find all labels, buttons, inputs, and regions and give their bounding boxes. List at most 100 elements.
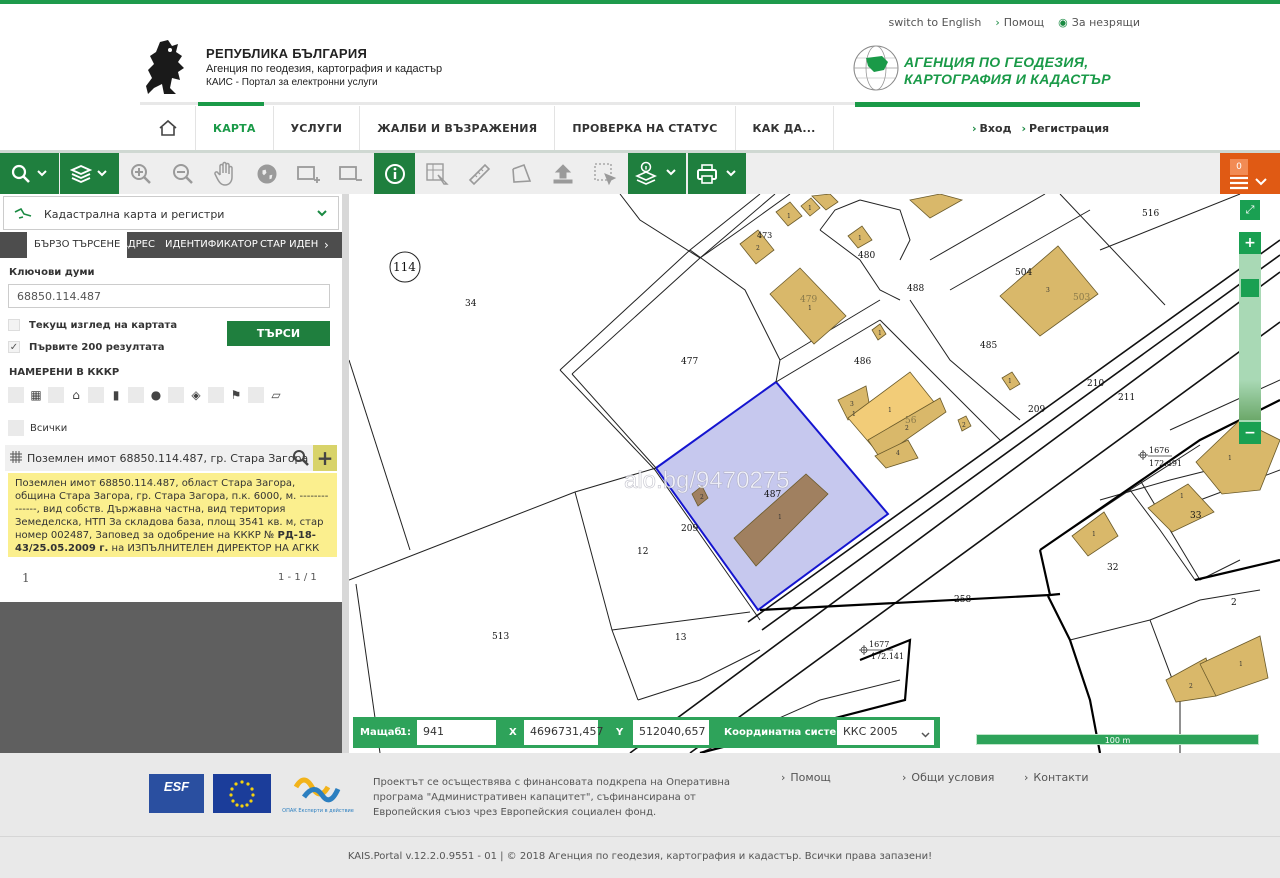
apartment-icon[interactable]: ▮	[108, 387, 124, 403]
tab-identifier[interactable]: ИДЕНТИФИКАТОР	[165, 232, 258, 258]
footer-contacts-link[interactable]: › Контакти	[1024, 771, 1089, 784]
filter-checkbox[interactable]	[208, 387, 224, 403]
tab-quick-search[interactable]: БЪРЗО ТЪРСЕНЕ	[27, 232, 128, 258]
upload-tool[interactable]	[542, 153, 583, 194]
footer-terms-link[interactable]: › Общи условия	[902, 771, 994, 784]
nav-status-check[interactable]: ПРОВЕРКА НА СТАТУС	[555, 106, 736, 150]
pan-tool[interactable]	[204, 153, 245, 194]
tab-address[interactable]: АДРЕС	[121, 232, 155, 258]
select-tool[interactable]	[584, 153, 625, 194]
nav-map[interactable]: КАРТА	[196, 106, 274, 150]
agency-logo[interactable]: АГЕНЦИЯ ПО ГЕОДЕЗИЯ, КАРТОГРАФИЯ И КАДАС…	[852, 44, 1142, 94]
ruler-grid-icon	[425, 162, 449, 185]
x-coordinate-field[interactable]: 4696731,457	[524, 720, 603, 745]
svg-text:2: 2	[905, 425, 909, 432]
footer-help-link[interactable]: › Помощ	[781, 771, 831, 784]
map-label-473: 473	[757, 231, 772, 240]
layer-info-tool[interactable]	[628, 153, 686, 194]
map-label-33: 33	[1190, 511, 1202, 521]
ruler-icon	[468, 163, 490, 185]
accessibility-link[interactable]: ◉ За незрящи	[1058, 16, 1140, 29]
y-coordinate-field[interactable]: 512040,657	[633, 720, 709, 745]
cart-button[interactable]: 0	[1220, 153, 1280, 194]
parcel-grid-icon[interactable]: ▦	[28, 387, 44, 403]
building-icon[interactable]: ⌂	[68, 387, 84, 403]
layers-tool-button[interactable]	[60, 153, 119, 194]
full-extent-tool[interactable]	[246, 153, 287, 194]
x-label: X	[509, 727, 517, 738]
map-label-209a: 209	[681, 524, 698, 534]
switch-language-link[interactable]: switch to English	[889, 16, 982, 29]
filter-checkbox[interactable]	[248, 387, 264, 403]
map-pin-icon[interactable]: ●	[148, 387, 164, 403]
filter-checkbox[interactable]	[8, 387, 24, 403]
nav-complaints[interactable]: ЖАЛБИ И ВЪЗРАЖЕНИЯ	[360, 106, 556, 150]
current-view-checkbox-row[interactable]: Текущ изглед на картата	[8, 319, 177, 331]
crs-select[interactable]: ККС 2005	[837, 720, 934, 745]
add-result-button[interactable]: +	[313, 445, 337, 471]
zoom-out-tool[interactable]	[162, 153, 203, 194]
chevron-right-icon: ›	[972, 122, 977, 135]
zoom-to-result-icon[interactable]	[292, 449, 310, 467]
cadastral-map[interactable]: 211 113 112 311 241 112 121 alo.bg/94702…	[349, 194, 1280, 753]
map-canvas[interactable]: 211 113 112 311 241 112 121 alo.bg/94702…	[349, 194, 1280, 753]
map-label-516: 516	[1142, 209, 1159, 219]
map-label-34: 34	[465, 299, 477, 309]
info-tool[interactable]	[374, 153, 415, 194]
keywords-input[interactable]	[8, 284, 330, 308]
filter-checkbox[interactable]	[88, 387, 104, 403]
selection-cursor-icon	[593, 162, 616, 185]
result-header[interactable]: Поземлен имот 68850.114.487, гр. Стара З…	[5, 445, 337, 471]
first-200-checkbox-row[interactable]: ✓ Първите 200 резултата	[8, 341, 164, 353]
pager-page[interactable]: 1	[22, 571, 30, 585]
login-link[interactable]: › Вход	[972, 122, 1011, 135]
layer-dropdown[interactable]: Кадастрална карта и регистри	[3, 196, 339, 230]
coordinate-bar: Мащаб 1: 941 X 4696731,457 Y 512040,657 …	[353, 717, 940, 748]
zoom-slider-thumb[interactable]	[1241, 279, 1259, 297]
select-all-row[interactable]: Всички	[8, 420, 67, 436]
search-tool-button[interactable]	[0, 153, 59, 194]
filter-checkbox[interactable]	[128, 387, 144, 403]
svg-text:1: 1	[888, 407, 892, 414]
cart-count-badge: 0	[1230, 158, 1248, 175]
result-description: Поземлен имот 68850.114.487, област Стар…	[8, 473, 337, 557]
polygon-small-icon[interactable]: ▱	[268, 387, 284, 403]
svg-text:1: 1	[808, 305, 812, 312]
print-tool[interactable]	[688, 153, 746, 194]
home-button[interactable]	[140, 106, 196, 150]
lion-coat-of-arms-icon	[146, 40, 184, 94]
measure-area-tool[interactable]	[416, 153, 457, 194]
flag-icon[interactable]: ⚑	[228, 387, 244, 403]
select-all-checkbox[interactable]	[8, 420, 24, 436]
panel-collapse-handle[interactable]	[342, 194, 349, 753]
scale-input[interactable]: 941	[417, 720, 496, 745]
zoom-out-button[interactable]: −	[1239, 422, 1261, 444]
tab-old-identifier[interactable]: СТАР ИДЕН	[260, 232, 318, 258]
svg-text:2: 2	[700, 494, 704, 501]
crs-label: Координатна система	[724, 727, 852, 738]
svg-text:2: 2	[1189, 683, 1193, 690]
remove-selection-tool[interactable]	[330, 153, 371, 194]
nav-how-to[interactable]: КАК ДА...	[736, 106, 834, 150]
zoom-in-button[interactable]: +	[1239, 232, 1261, 254]
parcel-grid-icon	[10, 451, 22, 463]
draw-polygon-tool[interactable]	[500, 153, 541, 194]
filter-checkbox[interactable]	[48, 387, 64, 403]
nav-services[interactable]: УСЛУГИ	[274, 106, 361, 150]
map-point-1677-elev: 172.141	[871, 652, 904, 661]
first-200-checkbox[interactable]: ✓	[8, 341, 20, 353]
register-link[interactable]: › Регистрация	[1021, 122, 1109, 135]
layers-small-icon[interactable]: ◈	[188, 387, 204, 403]
filter-checkbox[interactable]	[168, 387, 184, 403]
current-view-checkbox[interactable]	[8, 319, 20, 331]
tabs-next-arrow-icon[interactable]: ›	[324, 232, 329, 258]
search-button[interactable]: ТЪРСИ	[227, 321, 330, 346]
main-navigation: КАРТА УСЛУГИ ЖАЛБИ И ВЪЗРАЖЕНИЯ ПРОВЕРКА…	[140, 106, 834, 150]
zoom-in-tool[interactable]	[120, 153, 161, 194]
measure-distance-tool[interactable]	[458, 153, 499, 194]
map-point-1676-elev: 172.491	[1149, 459, 1182, 468]
brand-republic[interactable]: РЕПУБЛИКА БЪЛГАРИЯ Агенция по геодезия, …	[142, 38, 472, 100]
fullscreen-button[interactable]: ⤢	[1240, 200, 1260, 220]
help-link[interactable]: › Помощ	[995, 16, 1044, 29]
add-selection-tool[interactable]	[288, 153, 329, 194]
